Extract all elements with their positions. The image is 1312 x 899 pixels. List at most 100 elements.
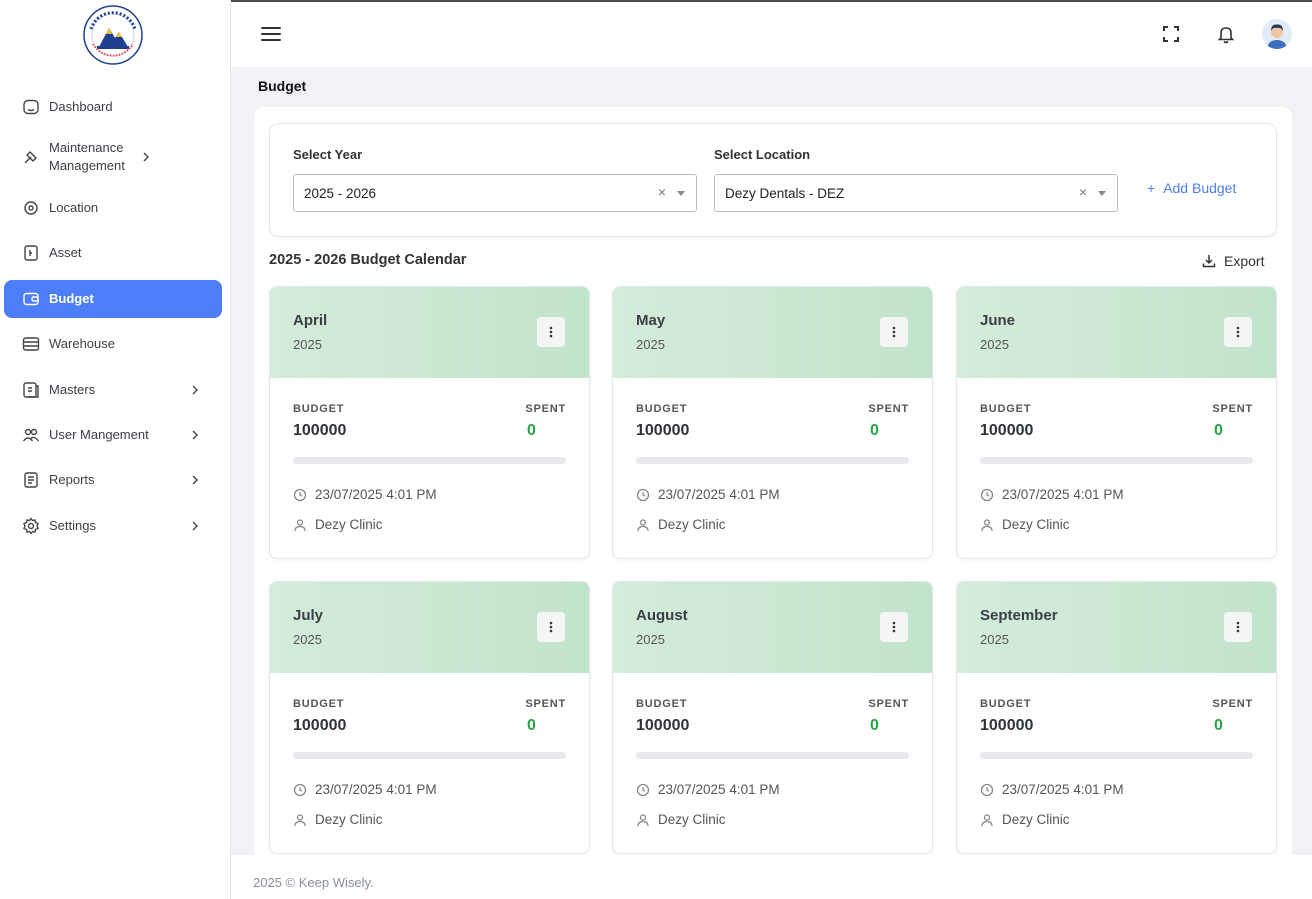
updated-at: 23/07/2025 4:01 PM bbox=[980, 782, 1124, 797]
fullscreen-icon[interactable] bbox=[1159, 22, 1183, 46]
spent-label: SPENT bbox=[525, 403, 566, 415]
add-budget-button[interactable]: + Add Budget bbox=[1147, 180, 1236, 196]
created-by-text: Dezy Clinic bbox=[658, 517, 726, 532]
warehouse-icon bbox=[22, 335, 40, 353]
masters-icon bbox=[22, 381, 40, 399]
progress-bar bbox=[293, 457, 566, 464]
hamburger-menu-icon[interactable] bbox=[260, 24, 282, 44]
card-menu-button[interactable] bbox=[537, 612, 565, 642]
user-icon bbox=[981, 813, 993, 826]
location-select-value: Dezy Dentals - DEZ bbox=[725, 185, 845, 201]
budget-label: BUDGET bbox=[293, 698, 345, 710]
updated-at-text: 23/07/2025 4:01 PM bbox=[1002, 782, 1124, 797]
card-month: September bbox=[980, 607, 1058, 624]
calendar-title: 2025 - 2026 Budget Calendar bbox=[269, 252, 467, 268]
card-menu-button[interactable] bbox=[537, 317, 565, 347]
created-by: Dezy Clinic bbox=[293, 812, 383, 827]
budget-label: BUDGET bbox=[980, 403, 1032, 415]
sidebar-item-label: Reports bbox=[49, 472, 95, 487]
sidebar-item-masters[interactable]: Masters bbox=[4, 371, 222, 409]
budget-label: BUDGET bbox=[980, 698, 1032, 710]
clock-icon bbox=[293, 783, 307, 796]
year-select[interactable]: 2025 - 2026 × bbox=[293, 174, 697, 212]
asset-icon bbox=[22, 244, 40, 262]
more-vertical-icon bbox=[892, 326, 896, 338]
logo[interactable] bbox=[82, 4, 144, 66]
avatar[interactable] bbox=[1262, 19, 1292, 49]
sidebar-item-warehouse[interactable]: Warehouse bbox=[4, 325, 222, 363]
created-by-text: Dezy Clinic bbox=[658, 812, 726, 827]
budget-value: 100000 bbox=[980, 717, 1034, 734]
clock-icon bbox=[293, 488, 307, 501]
budget-value: 100000 bbox=[636, 422, 690, 439]
sidebar: Dashboard Maintenance Management Locatio… bbox=[0, 0, 231, 899]
user-icon bbox=[294, 813, 306, 826]
dashboard-icon bbox=[22, 98, 40, 116]
export-button[interactable]: Export bbox=[1202, 253, 1264, 269]
more-vertical-icon bbox=[1236, 621, 1240, 633]
budget-card: September 2025 BUDGET SPENT 100000 0 23/07/202… bbox=[956, 581, 1277, 854]
location-select[interactable]: Dezy Dentals - DEZ × bbox=[714, 174, 1118, 212]
created-by: Dezy Clinic bbox=[293, 517, 383, 532]
budget-value: 100000 bbox=[293, 717, 347, 734]
card-menu-button[interactable] bbox=[1224, 317, 1252, 347]
sidebar-item-dashboard[interactable]: Dashboard bbox=[4, 88, 222, 126]
sidebar-item-label: Budget bbox=[49, 291, 94, 306]
progress-bar bbox=[980, 752, 1253, 759]
sidebar-item-location[interactable]: Location bbox=[4, 189, 222, 227]
sidebar-item-label: Maintenance Management bbox=[49, 140, 125, 173]
clock-icon bbox=[980, 488, 994, 501]
card-year: 2025 bbox=[636, 632, 665, 647]
topbar bbox=[231, 0, 1312, 67]
sidebar-item-label: Location bbox=[49, 200, 99, 215]
created-by: Dezy Clinic bbox=[980, 812, 1070, 827]
bell-icon[interactable] bbox=[1214, 22, 1238, 46]
card-month: May bbox=[636, 312, 666, 329]
spent-value: 0 bbox=[1214, 717, 1223, 734]
sidebar-item-reports[interactable]: Reports bbox=[4, 461, 222, 499]
users-icon bbox=[22, 426, 40, 444]
export-label: Export bbox=[1224, 253, 1265, 269]
more-vertical-icon bbox=[1236, 326, 1240, 338]
page-title: Budget bbox=[258, 78, 307, 94]
sidebar-item-budget[interactable]: Budget bbox=[4, 280, 222, 318]
footer-text: 2025 © Keep Wisely. bbox=[253, 875, 374, 890]
card-menu-button[interactable] bbox=[880, 612, 908, 642]
clear-icon[interactable]: × bbox=[1079, 184, 1087, 200]
card-menu-button[interactable] bbox=[1224, 612, 1252, 642]
user-icon bbox=[294, 518, 306, 531]
updated-at-text: 23/07/2025 4:01 PM bbox=[658, 782, 780, 797]
reports-icon bbox=[22, 471, 40, 489]
updated-at: 23/07/2025 4:01 PM bbox=[636, 782, 780, 797]
created-by: Dezy Clinic bbox=[980, 517, 1070, 532]
updated-at-text: 23/07/2025 4:01 PM bbox=[1002, 487, 1124, 502]
budget-card: August 2025 BUDGET SPENT 100000 0 23/07/2025 4… bbox=[612, 581, 933, 854]
clear-icon[interactable]: × bbox=[658, 184, 666, 200]
updated-at: 23/07/2025 4:01 PM bbox=[636, 487, 780, 502]
chevron-right-icon bbox=[188, 383, 202, 397]
location-label: Select Location bbox=[714, 147, 811, 162]
caret-down-icon[interactable] bbox=[1098, 191, 1106, 196]
progress-bar bbox=[636, 457, 909, 464]
sidebar-item-user-management[interactable]: User Mangement bbox=[4, 416, 222, 454]
updated-at-text: 23/07/2025 4:01 PM bbox=[658, 487, 780, 502]
spent-value: 0 bbox=[1214, 422, 1223, 439]
user-icon bbox=[637, 813, 649, 826]
caret-down-icon[interactable] bbox=[677, 191, 685, 196]
spent-label: SPENT bbox=[525, 698, 566, 710]
sidebar-item-asset[interactable]: Asset bbox=[4, 234, 222, 272]
updated-at: 23/07/2025 4:01 PM bbox=[980, 487, 1124, 502]
sidebar-item-settings[interactable]: Settings bbox=[4, 507, 222, 545]
budget-value: 100000 bbox=[636, 717, 690, 734]
card-menu-button[interactable] bbox=[880, 317, 908, 347]
clock-icon bbox=[636, 783, 650, 796]
chevron-right-icon bbox=[188, 428, 202, 442]
spent-label: SPENT bbox=[1212, 698, 1253, 710]
budget-card: June 2025 BUDGET SPENT 100000 0 23/07/2025 4:0… bbox=[956, 286, 1277, 559]
card-month: April bbox=[293, 312, 328, 329]
sidebar-item-maintenance-management[interactable]: Maintenance Management bbox=[4, 135, 222, 179]
card-year: 2025 bbox=[636, 337, 665, 352]
created-by-text: Dezy Clinic bbox=[315, 812, 383, 827]
updated-at: 23/07/2025 4:01 PM bbox=[293, 487, 437, 502]
progress-bar bbox=[293, 752, 566, 759]
